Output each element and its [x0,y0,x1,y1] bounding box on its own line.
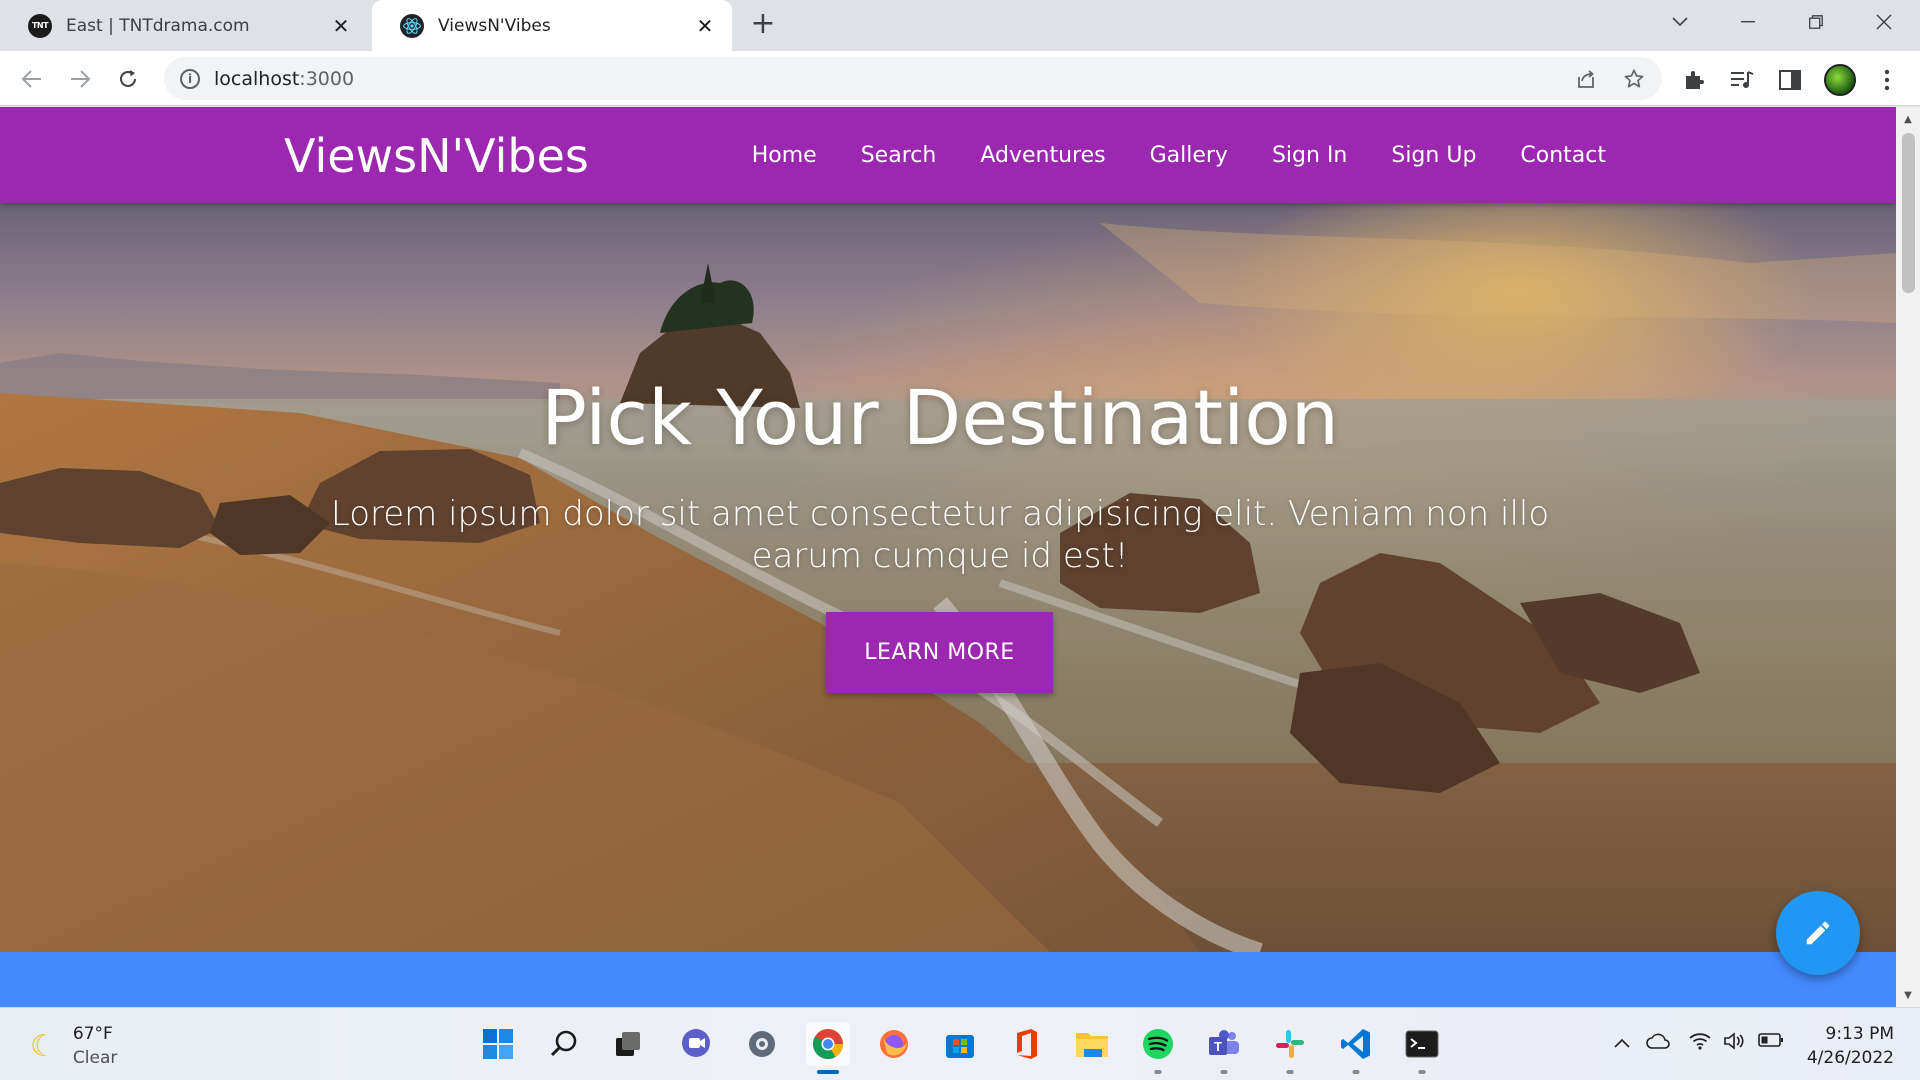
running-app-indicator [1154,1070,1162,1074]
media-queue-icon[interactable] [1729,67,1755,93]
page-viewport: ViewsN'Vibes Home Search Adventures Gall… [0,107,1896,1007]
weather-temp: 67°F [72,1024,113,1044]
battery-icon[interactable] [1758,1032,1783,1053]
react-icon [400,13,424,38]
tab-title: East | TNTdrama.com [66,15,250,36]
edit-fab-button[interactable] [1776,891,1860,975]
nav-link-sign-up[interactable]: Sign Up [1391,143,1476,168]
moon-icon: ☾ [30,1028,57,1064]
weather-condition: Clear [72,1048,118,1068]
search-icon[interactable] [542,1022,586,1066]
hero-title: Pick Your Destination [541,373,1339,462]
reload-icon[interactable] [110,61,146,97]
site-brand[interactable]: ViewsN'Vibes [284,129,589,183]
clock-date: 4/26/2022 [1806,1048,1894,1068]
nav-links: Home Search Adventures Gallery Sign In S… [752,107,1606,203]
hero-section: Pick Your Destination Lorem ipsum dolor … [0,203,1896,952]
teams-chat-icon[interactable] [674,1022,718,1066]
onedrive-cloud-icon[interactable] [1646,1032,1670,1055]
nav-link-contact[interactable]: Contact [1520,143,1606,168]
task-view-icon[interactable] [606,1022,650,1066]
running-app-indicator [1220,1070,1228,1074]
chevron-up-icon[interactable] [1610,1032,1634,1053]
tab-title: ViewsN'Vibes [438,15,551,36]
firefox-icon[interactable] [872,1022,916,1066]
svg-text:T: T [1214,1039,1222,1054]
restore-icon[interactable] [1786,0,1846,43]
extensions-puzzle-icon[interactable] [1681,67,1707,93]
spotify-icon[interactable] [1136,1022,1180,1074]
window-close-icon[interactable] [1854,0,1914,43]
scrollbar-thumb[interactable] [1902,133,1915,293]
page-scrollbar[interactable]: ▲ ▼ [1896,107,1920,1007]
running-app-indicator [1352,1070,1360,1074]
weather-text: 67°F Clear [73,1022,117,1070]
nav-link-search[interactable]: Search [861,143,937,168]
scroll-up-arrow-icon[interactable]: ▲ [1896,109,1920,129]
microsoft-store-icon[interactable] [938,1022,982,1066]
running-app-indicator [1286,1070,1294,1074]
url-host: localhost [214,67,300,90]
volume-icon[interactable] [1722,1032,1746,1055]
browser-toolbar: i localhost:3000 [0,51,1920,106]
tab-search-chevron-down-icon[interactable] [1650,0,1710,43]
taskbar-clock[interactable]: 9:13 PM 4/26/2022 [1807,1022,1894,1070]
learn-more-button[interactable]: LEARN MORE [826,612,1053,693]
url-text: localhost:3000 [214,68,354,90]
tab-viewsnvibes[interactable]: ViewsN'Vibes ✕ [372,0,732,51]
nav-link-adventures[interactable]: Adventures [980,143,1105,168]
nav-link-sign-in[interactable]: Sign In [1272,143,1347,168]
nav-link-home[interactable]: Home [752,143,817,168]
next-section-band [0,952,1896,1007]
slack-icon[interactable] [1268,1022,1312,1074]
tab-tntdrama[interactable]: TNT East | TNTdrama.com ✕ [0,0,368,51]
hero-content: Pick Your Destination Lorem ipsum dolor … [0,203,1896,952]
windows-taskbar: ☾ 67°F Clear T 9:13 PM 4/26/2022 [0,1007,1920,1080]
bookmark-star-icon[interactable] [1622,67,1646,91]
tab-strip: TNT East | TNTdrama.com ✕ ViewsN'Vibes ✕… [0,0,1920,51]
start-windows-icon[interactable] [476,1022,520,1066]
settings-gear-icon[interactable] [740,1022,784,1066]
more-menu-icon[interactable] [1874,67,1900,93]
address-bar[interactable]: i localhost:3000 [164,57,1662,100]
vscode-icon[interactable] [1334,1022,1378,1074]
active-app-indicator [817,1070,839,1074]
scroll-down-arrow-icon[interactable]: ▼ [1896,985,1920,1005]
hero-subtitle: Lorem ipsum dolor sit amet consectetur a… [330,494,1550,576]
file-explorer-icon[interactable] [1070,1022,1114,1066]
weather-widget[interactable]: ☾ 67°F Clear [30,1022,117,1070]
terminal-icon[interactable] [1400,1022,1444,1074]
pencil-icon [1806,921,1830,945]
tnt-favicon-icon: TNT [28,13,52,38]
site-info-icon[interactable]: i [180,68,200,89]
wifi-icon[interactable] [1688,1032,1712,1055]
chrome-icon[interactable] [806,1022,850,1074]
new-tab-button[interactable]: + [748,9,778,40]
clock-time: 9:13 PM [1825,1024,1895,1044]
forward-arrow-icon[interactable] [62,61,98,97]
back-arrow-icon[interactable] [14,61,50,97]
nav-link-gallery[interactable]: Gallery [1150,143,1228,168]
close-icon[interactable]: ✕ [694,14,716,38]
profile-avatar[interactable] [1824,64,1856,96]
share-icon[interactable] [1574,67,1598,91]
close-icon[interactable]: ✕ [330,14,352,38]
site-navbar: ViewsN'Vibes Home Search Adventures Gall… [0,107,1896,203]
teams-icon[interactable]: T [1202,1022,1246,1074]
side-panel-icon[interactable] [1777,67,1803,93]
minimize-icon[interactable] [1718,0,1778,43]
url-port: :3000 [299,67,355,90]
running-app-indicator [1418,1070,1426,1074]
office-icon[interactable] [1004,1022,1048,1066]
